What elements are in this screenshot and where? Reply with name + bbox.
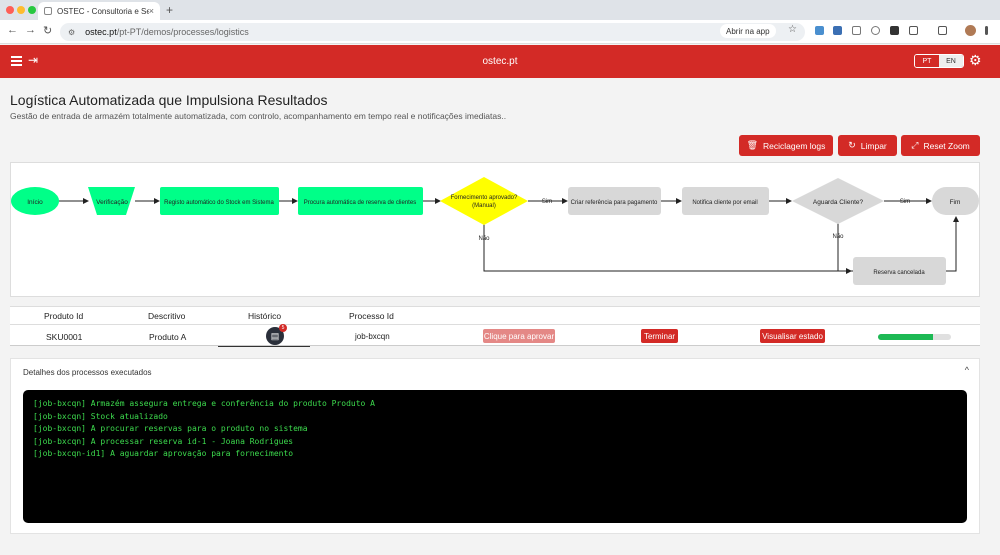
flow-label-stock-register: Registo automático do Stock em Sistema <box>164 200 274 206</box>
process-flow-diagram[interactable]: Início Verificação Registo automático do… <box>10 162 980 297</box>
browser-tab[interactable]: OSTEC - Consultoria e Serviç × <box>38 2 160 20</box>
approve-button[interactable]: Clique para aprovar <box>483 329 555 343</box>
log-line: [job-bxcqn] A procurar reservas para o p… <box>33 424 308 434</box>
finish-button[interactable]: Terminar <box>641 329 678 343</box>
tab-close-icon[interactable]: × <box>149 6 154 16</box>
profile-avatar[interactable] <box>965 25 976 36</box>
recycle-logs-label: Reciclagem logs <box>763 140 826 151</box>
column-header-history: Histórico <box>248 311 282 321</box>
reload-icon[interactable]: ↻ <box>43 24 52 37</box>
compass-extension-icon[interactable] <box>871 26 880 35</box>
page-title: Logística Automatizada que Impulsiona Re… <box>10 92 328 108</box>
pen-extension-icon[interactable] <box>890 26 899 35</box>
details-title: Detalhes dos processos executados <box>23 368 152 377</box>
flow-label-notify-email: Notifica cliente por email <box>692 200 757 206</box>
process-table: Produto Id Descritivo Histórico Processo… <box>10 306 980 347</box>
language-switch[interactable]: PT EN <box>914 54 964 68</box>
flow-label-client-reservation: Procura automática de reserva de cliente… <box>304 200 416 206</box>
refresh-icon: ↻ <box>848 140 856 150</box>
view-state-button[interactable]: Visualisar estado <box>760 329 825 343</box>
progress-fill <box>878 334 933 340</box>
close-window-button[interactable] <box>6 6 14 14</box>
table-header-divider <box>10 324 980 325</box>
log-line: [job-bxcqn] Stock atualizado <box>33 411 168 421</box>
forward-icon[interactable]: → <box>25 24 36 36</box>
cell-description: Produto A <box>149 332 187 342</box>
history-underline <box>218 346 310 347</box>
sidebar-icon[interactable] <box>938 26 947 35</box>
camera-extension-icon[interactable] <box>852 26 861 35</box>
recycle-logs-button[interactable]: 🗑 Reciclagem logs <box>739 135 833 156</box>
log-line: [job-bxcqn-id1] A aguardar aprovação par… <box>33 449 294 459</box>
trash-icon: 🗑 <box>746 140 759 150</box>
extension-icon[interactable] <box>833 26 842 35</box>
process-details-panel: Detalhes dos processos executados ^ [job… <box>10 358 980 534</box>
gear-icon[interactable]: ⚙ <box>969 52 982 69</box>
lang-pt-option[interactable]: PT <box>915 55 939 67</box>
list-icon: ▤ <box>270 330 280 341</box>
new-tab-button[interactable]: + <box>166 3 173 17</box>
flow-label-cancelled: Reserva cancelada <box>873 270 925 276</box>
flow-edge-label-no: Não <box>478 236 490 242</box>
cell-product-id: SKU0001 <box>46 332 83 342</box>
column-header-process-id: Processo Id <box>349 311 394 321</box>
extensions-puzzle-icon[interactable] <box>909 26 918 35</box>
browser-menu-icon[interactable] <box>985 26 988 35</box>
browser-tab-bar: OSTEC - Consultoria e Serviç × + <box>0 0 1000 20</box>
maximize-window-button[interactable] <box>28 6 36 14</box>
back-icon[interactable]: ← <box>7 24 18 36</box>
finish-label: Terminar <box>643 331 676 341</box>
flow-label-payment-ref: Criar referência para pagamento <box>571 200 658 206</box>
extension-icon[interactable] <box>815 26 824 35</box>
chevron-up-icon[interactable]: ^ <box>965 365 969 375</box>
open-in-app-button[interactable]: Abrir na app <box>720 24 776 38</box>
flow-edge-label-yes: Sim <box>900 199 910 205</box>
site-favicon-icon <box>44 7 52 15</box>
url-host: ostec.pt <box>85 27 117 37</box>
flow-label-verification: Verificação <box>96 199 128 206</box>
reset-zoom-button[interactable]: ⤢ Reset Zoom <box>901 135 980 156</box>
log-line: [job-bxcqn] Armazém assegura entrega e c… <box>33 399 375 408</box>
approve-label: Clique para aprovar <box>483 331 555 341</box>
tab-title: OSTEC - Consultoria e Serviç <box>57 6 149 16</box>
flow-label-supply-manual: (Manual) <box>472 203 496 209</box>
view-state-label: Visualisar estado <box>762 331 823 341</box>
flow-edge-label-no: Não <box>832 234 844 240</box>
lang-en-option[interactable]: EN <box>939 55 963 67</box>
clear-label: Limpar <box>860 140 887 151</box>
page-subtitle: Gestão de entrada de armazém totalmente … <box>10 111 507 121</box>
reset-zoom-label: Reset Zoom <box>923 140 970 151</box>
cell-process-id: job-bxcqn <box>355 332 390 341</box>
flow-label-start: Início <box>27 199 43 206</box>
clear-button[interactable]: ↻ Limpar <box>838 135 897 156</box>
flow-node-supply-approved[interactable] <box>440 177 528 225</box>
process-progress-bar <box>878 334 951 340</box>
app-header: ⇥ ostec.pt PT EN ⚙ <box>0 45 1000 78</box>
url-input[interactable]: ⚙ ostec.pt/pt-PT/demos/processes/logisti… <box>60 23 805 41</box>
history-button[interactable]: ▤ 5 <box>266 324 287 345</box>
brand-title: ostec.pt <box>482 56 518 67</box>
bookmark-star-icon[interactable]: ☆ <box>788 24 797 35</box>
flow-label-end: Fim <box>950 199 961 206</box>
log-terminal: [job-bxcqn] Armazém assegura entrega e c… <box>23 390 967 523</box>
open-app-label: Abrir na app <box>726 26 770 36</box>
expand-icon: ⤢ <box>911 140 919 150</box>
column-header-description: Descritivo <box>148 311 186 321</box>
browser-address-bar: ← → ↻ ⚙ ostec.pt/pt-PT/demos/processes/l… <box>0 20 1000 44</box>
site-info-icon[interactable]: ⚙ <box>68 28 75 37</box>
minimize-window-button[interactable] <box>17 6 25 14</box>
flow-label-supply-approved: Fornecimento aprovado? <box>451 195 518 201</box>
flow-edge-label-yes: Sim <box>542 199 552 205</box>
log-line: [job-bxcqn] A processar reserva id-1 - J… <box>33 436 294 446</box>
url-path: /pt-PT/demos/processes/logistics <box>116 27 249 37</box>
column-header-product-id: Produto Id <box>44 311 84 321</box>
history-count-badge: 5 <box>279 324 287 332</box>
flow-label-await-client: Aguarda Cliente? <box>813 199 864 206</box>
flow-canvas: Início Verificação Registo automático do… <box>11 177 979 285</box>
